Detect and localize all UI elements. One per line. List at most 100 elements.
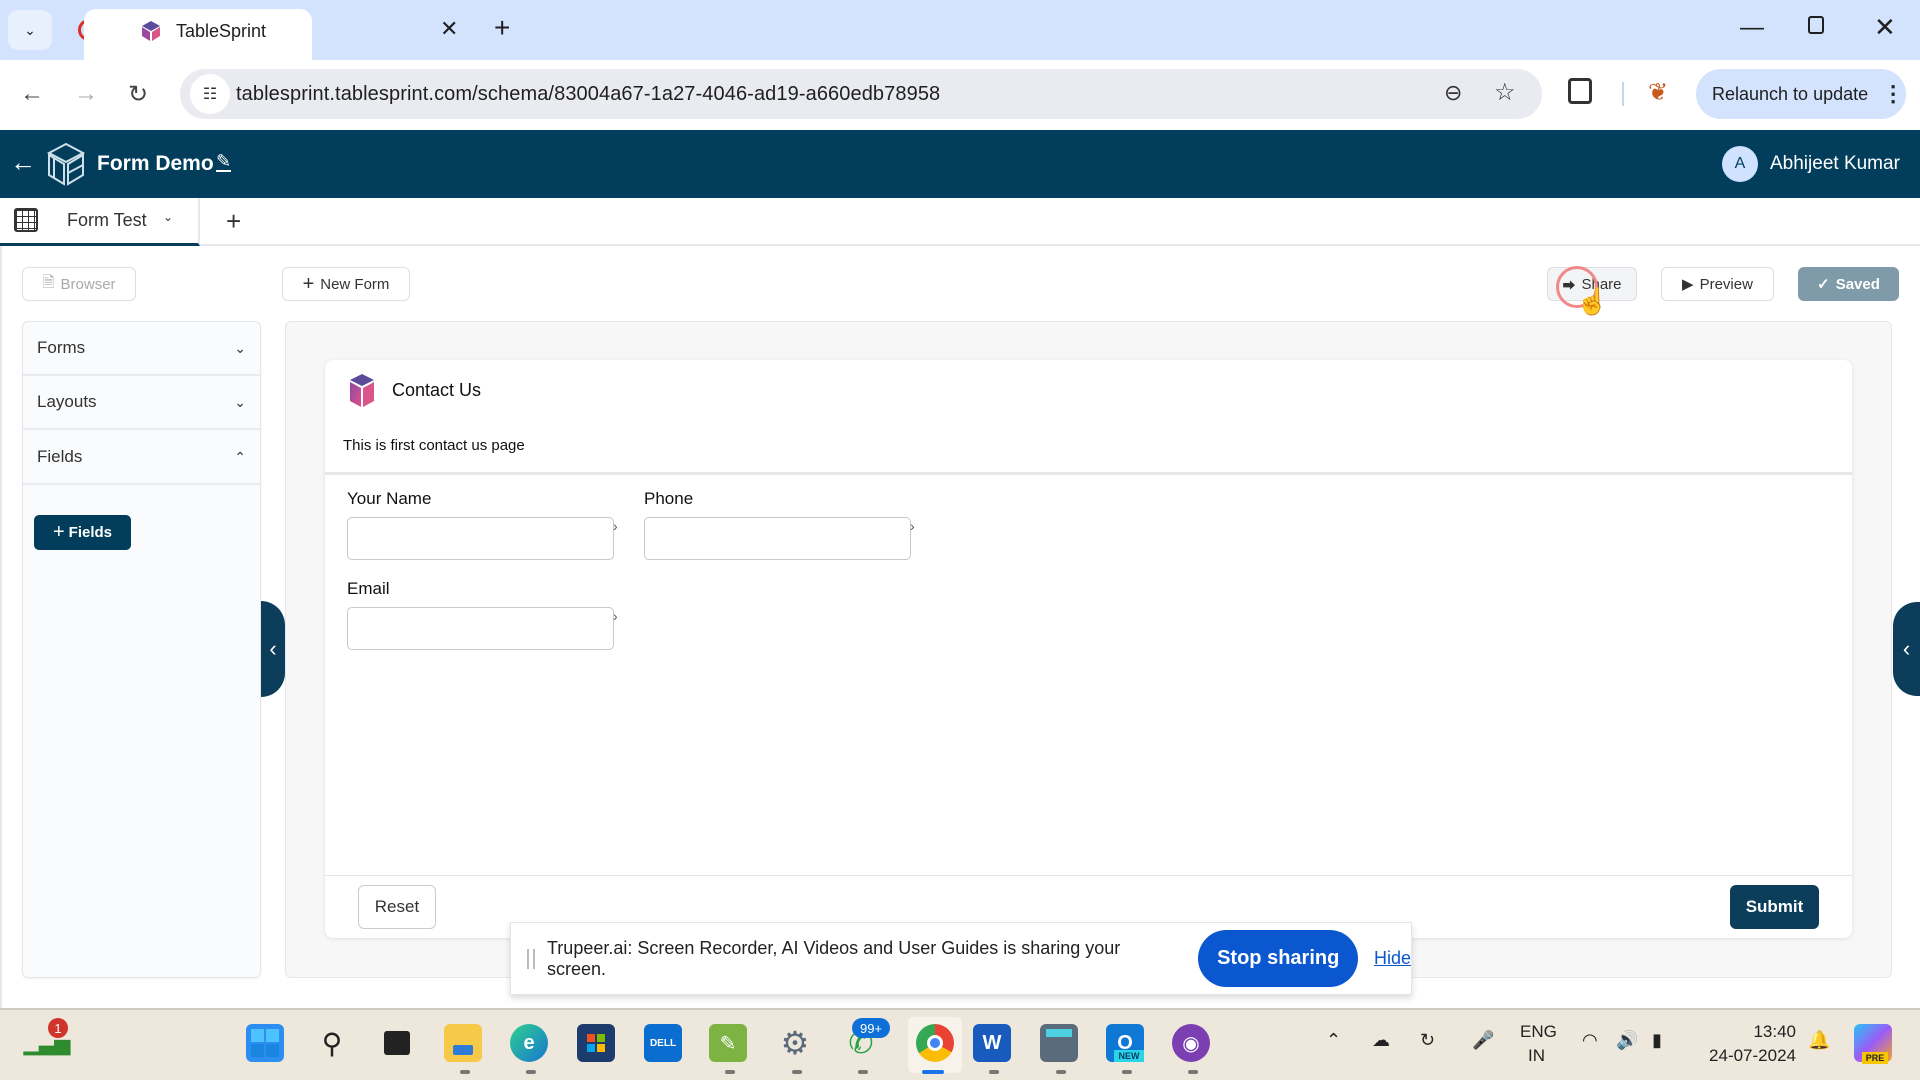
form-title: Contact Us	[392, 380, 482, 400]
document-search-icon: 🗎	[42, 273, 55, 291]
running-indicator	[792, 1070, 802, 1074]
edit-pencil-icon[interactable]: ✎	[216, 152, 232, 172]
outlook-new-badge: NEW	[1114, 1050, 1144, 1062]
table-grid-icon	[14, 208, 38, 232]
chevron-down-icon: ⌄	[234, 393, 246, 410]
task-view-icon[interactable]	[378, 1024, 416, 1062]
running-indicator	[989, 1070, 999, 1074]
new-tab-button[interactable]: +	[494, 12, 510, 44]
window-close-icon[interactable]: ✕	[1874, 12, 1896, 43]
sidebar-section-fields[interactable]: Fields ⌃	[23, 431, 260, 485]
windows-start-icon[interactable]	[246, 1024, 284, 1062]
bookmark-star-icon[interactable]: ☆	[1494, 78, 1516, 107]
chevron-up-icon: ⌃	[234, 448, 246, 465]
user-avatar[interactable]: A	[1722, 146, 1758, 182]
word-icon[interactable]: W	[973, 1024, 1011, 1062]
chevron-down-icon[interactable]: ⌄	[163, 210, 173, 224]
wifi-icon[interactable]: ◠	[1582, 1030, 1598, 1051]
relaunch-to-update-button[interactable]: Relaunch to update ⋮	[1696, 69, 1906, 119]
stop-sharing-button[interactable]: Stop sharing	[1198, 930, 1358, 987]
play-circle-icon: ▶	[1682, 276, 1694, 293]
notification-badge: 1	[48, 1018, 68, 1038]
plus-icon: +	[302, 272, 315, 295]
add-fields-button[interactable]: + Fields	[34, 515, 131, 550]
show-hidden-icons-chevron-up-icon[interactable]: ⌃	[1326, 1030, 1341, 1051]
leaf-extension-icon[interactable]: ❦	[1648, 78, 1668, 107]
sync-icon[interactable]: ↻	[1420, 1030, 1435, 1051]
back-icon[interactable]: ←	[20, 80, 44, 108]
microsoft-store-icon[interactable]	[577, 1024, 615, 1062]
form-footer-divider	[325, 875, 1852, 876]
clock-date[interactable]: 24-07-2024	[1700, 1046, 1796, 1066]
hide-link[interactable]: Hide	[1374, 948, 1411, 969]
notification-bell-icon[interactable]: 🔔	[1808, 1030, 1830, 1051]
reload-icon[interactable]: ↻	[128, 80, 148, 109]
plus-icon: +	[52, 521, 65, 543]
phone-input[interactable]	[644, 517, 911, 560]
new-form-label: New Form	[320, 275, 390, 293]
sheet-tab-label: Form Test	[67, 210, 147, 230]
collapse-left-panel-button[interactable]: ‹	[261, 601, 285, 697]
preview-button[interactable]: ▶ Preview	[1661, 267, 1774, 301]
back-arrow-icon[interactable]: ←	[10, 147, 36, 178]
extensions-puzzle-icon[interactable]	[1568, 78, 1592, 104]
onedrive-cloud-icon[interactable]: ☁	[1372, 1030, 1390, 1051]
active-indicator	[922, 1070, 944, 1074]
language-indicator[interactable]: ENG	[1520, 1022, 1557, 1042]
microphone-icon[interactable]: 🎤	[1472, 1030, 1494, 1051]
reset-button[interactable]: Reset	[358, 885, 436, 929]
file-explorer-icon[interactable]	[444, 1024, 482, 1062]
copilot-pre-badge: PRE	[1862, 1052, 1888, 1064]
forward-icon[interactable]: →	[74, 80, 98, 108]
sidebar: Forms ⌄ Layouts ⌄ Fields ⌃ + Fields	[22, 321, 261, 978]
chevron-left-icon: ‹	[269, 636, 277, 661]
chrome-icon[interactable]	[916, 1024, 954, 1062]
sidebar-section-forms[interactable]: Forms ⌄	[23, 322, 260, 376]
user-name[interactable]: Abhijeet Kumar	[1770, 153, 1900, 175]
new-form-button[interactable]: + New Form	[282, 267, 410, 301]
tab-search-button[interactable]: ⌄	[8, 10, 52, 50]
chevron-right-icon[interactable]: ›	[910, 518, 915, 534]
your-name-input[interactable]	[347, 517, 614, 560]
region-indicator[interactable]: IN	[1528, 1046, 1545, 1066]
zoom-out-icon[interactable]: ⊖	[1444, 80, 1462, 106]
chevron-right-icon[interactable]: ›	[613, 608, 618, 624]
edge-browser-icon[interactable]: e	[510, 1024, 548, 1062]
battery-icon[interactable]: ▮	[1652, 1030, 1662, 1051]
form-header-divider	[325, 472, 1852, 475]
submit-button[interactable]: Submit	[1730, 885, 1819, 929]
dell-icon[interactable]: DELL	[644, 1024, 682, 1062]
notepad-plus-plus-icon[interactable]: ✎	[709, 1024, 747, 1062]
field-label-email: Email	[347, 579, 390, 598]
check-circle-icon: ✓	[1817, 276, 1830, 293]
minimize-icon[interactable]: —	[1740, 14, 1764, 42]
chevron-right-icon[interactable]: ›	[613, 518, 618, 534]
settings-gear-icon[interactable]: ⚙	[776, 1024, 814, 1062]
form-description: This is first contact us page	[343, 437, 525, 454]
email-input[interactable]	[347, 607, 614, 650]
sheet-tab-bar	[0, 198, 1920, 246]
toolbar-separator	[1622, 82, 1624, 106]
url-text[interactable]: tablesprint.tablesprint.com/schema/83004…	[236, 83, 940, 106]
close-tab-icon[interactable]: ✕	[440, 16, 458, 42]
section-label: Forms	[37, 338, 86, 357]
clock-time[interactable]: 13:40	[1712, 1022, 1796, 1042]
section-label: Fields	[37, 447, 83, 466]
preview-label: Preview	[1699, 275, 1753, 293]
tablesprint-favicon-icon	[142, 21, 160, 41]
github-desktop-icon[interactable]: ◉	[1172, 1024, 1210, 1062]
saved-label: Saved	[1835, 275, 1880, 293]
collapse-right-panel-button[interactable]: ‹	[1893, 602, 1920, 696]
add-sheet-button[interactable]: +	[226, 206, 241, 237]
restore-icon[interactable]	[1808, 16, 1824, 34]
tablesprint-logo-icon	[46, 142, 86, 186]
sidebar-section-layouts[interactable]: Layouts ⌄	[23, 376, 260, 430]
volume-icon[interactable]: 🔊	[1616, 1030, 1638, 1051]
drag-handle-icon[interactable]	[527, 948, 535, 969]
browser-button[interactable]: 🗎 Browser	[22, 267, 136, 301]
running-indicator	[725, 1070, 735, 1074]
saved-button[interactable]: ✓ Saved	[1798, 267, 1899, 301]
search-icon[interactable]: ⚲	[313, 1024, 351, 1062]
site-info-icon[interactable]: ☷	[190, 74, 230, 114]
calculator-icon[interactable]	[1040, 1024, 1078, 1062]
